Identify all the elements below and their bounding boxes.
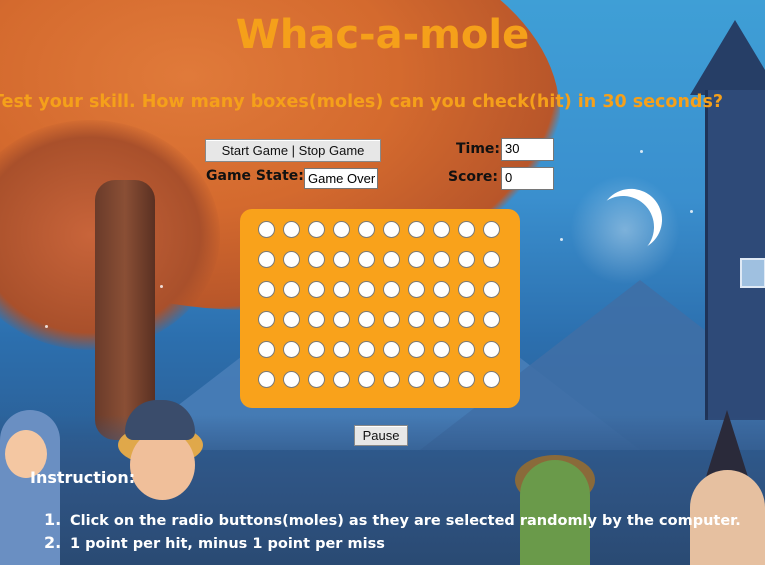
mole-radio-button[interactable] xyxy=(408,281,425,298)
mole-radio-button[interactable] xyxy=(333,221,350,238)
mole-radio-button[interactable] xyxy=(258,341,275,358)
mole-radio-button[interactable] xyxy=(383,281,400,298)
mole-radio-button[interactable] xyxy=(408,251,425,268)
mole-radio-button[interactable] xyxy=(458,371,475,388)
mole-radio-button[interactable] xyxy=(358,311,375,328)
mole-radio-button[interactable] xyxy=(408,371,425,388)
mole-radio-button[interactable] xyxy=(458,341,475,358)
page-title: Whac-a-mole xyxy=(235,12,530,58)
mole-radio-button[interactable] xyxy=(383,251,400,268)
instruction-number: 2. xyxy=(44,533,62,552)
mole-radio-button[interactable] xyxy=(333,251,350,268)
mole-radio-button[interactable] xyxy=(308,311,325,328)
mole-radio-button[interactable] xyxy=(483,311,500,328)
mole-radio-button[interactable] xyxy=(433,251,450,268)
mole-radio-button[interactable] xyxy=(408,341,425,358)
mole-radio-button[interactable] xyxy=(433,311,450,328)
mole-radio-button[interactable] xyxy=(283,221,300,238)
pause-button[interactable]: Pause xyxy=(354,425,408,446)
score-field[interactable]: 0 xyxy=(501,167,554,190)
instruction-number: 1. xyxy=(44,510,62,529)
mole-radio-button[interactable] xyxy=(358,341,375,358)
mole-radio-button[interactable] xyxy=(458,311,475,328)
mole-radio-button[interactable] xyxy=(308,341,325,358)
mole-radio-button[interactable] xyxy=(458,281,475,298)
mole-radio-button[interactable] xyxy=(383,311,400,328)
mole-radio-button[interactable] xyxy=(408,221,425,238)
mole-radio-button[interactable] xyxy=(258,251,275,268)
instruction-text: Click on the radio buttons(moles) as the… xyxy=(70,513,741,529)
instruction-item: 2. 1 point per hit, minus 1 point per mi… xyxy=(44,533,741,556)
mole-radio-button[interactable] xyxy=(483,221,500,238)
time-label: Time: xyxy=(456,141,501,157)
mole-radio-button[interactable] xyxy=(483,341,500,358)
mole-radio-button[interactable] xyxy=(308,281,325,298)
mole-radio-button[interactable] xyxy=(283,281,300,298)
game-state-label: Game State: xyxy=(206,168,304,184)
mole-radio-button[interactable] xyxy=(333,311,350,328)
mole-board xyxy=(240,209,520,408)
instruction-item: 1. Click on the radio buttons(moles) as … xyxy=(44,510,741,533)
instructions-heading: Instruction: xyxy=(30,468,136,487)
mole-radio-button[interactable] xyxy=(358,371,375,388)
mole-radio-button[interactable] xyxy=(333,341,350,358)
mole-radio-button[interactable] xyxy=(383,221,400,238)
mole-grid xyxy=(258,221,500,388)
mole-radio-button[interactable] xyxy=(258,281,275,298)
mole-radio-button[interactable] xyxy=(483,281,500,298)
mole-radio-button[interactable] xyxy=(283,311,300,328)
mole-radio-button[interactable] xyxy=(333,281,350,298)
time-field[interactable]: 30 xyxy=(501,138,554,161)
mole-radio-button[interactable] xyxy=(408,311,425,328)
mole-radio-button[interactable] xyxy=(333,371,350,388)
mole-radio-button[interactable] xyxy=(308,251,325,268)
mole-radio-button[interactable] xyxy=(283,371,300,388)
start-stop-button[interactable]: Start Game | Stop Game xyxy=(205,139,381,162)
mole-radio-button[interactable] xyxy=(283,341,300,358)
mole-radio-button[interactable] xyxy=(458,221,475,238)
mole-radio-button[interactable] xyxy=(258,311,275,328)
mole-radio-button[interactable] xyxy=(433,281,450,298)
page-subtitle: Test your skill. How many boxes(moles) c… xyxy=(0,92,724,112)
mole-radio-button[interactable] xyxy=(483,251,500,268)
mole-radio-button[interactable] xyxy=(258,371,275,388)
game-state-field[interactable]: Game Over xyxy=(304,168,378,189)
mole-radio-button[interactable] xyxy=(358,281,375,298)
score-label: Score: xyxy=(448,169,498,185)
mole-radio-button[interactable] xyxy=(433,371,450,388)
mole-radio-button[interactable] xyxy=(283,251,300,268)
mole-radio-button[interactable] xyxy=(433,221,450,238)
mole-radio-button[interactable] xyxy=(358,251,375,268)
mole-radio-button[interactable] xyxy=(383,341,400,358)
mole-radio-button[interactable] xyxy=(308,221,325,238)
mole-radio-button[interactable] xyxy=(258,221,275,238)
mole-radio-button[interactable] xyxy=(433,341,450,358)
mole-radio-button[interactable] xyxy=(383,371,400,388)
instructions-list: 1. Click on the radio buttons(moles) as … xyxy=(44,510,741,556)
mole-radio-button[interactable] xyxy=(483,371,500,388)
game-page: Whac-a-mole Test your skill. How many bo… xyxy=(0,0,765,565)
instruction-text: 1 point per hit, minus 1 point per miss xyxy=(70,536,385,552)
mole-radio-button[interactable] xyxy=(308,371,325,388)
mole-radio-button[interactable] xyxy=(458,251,475,268)
mole-radio-button[interactable] xyxy=(358,221,375,238)
